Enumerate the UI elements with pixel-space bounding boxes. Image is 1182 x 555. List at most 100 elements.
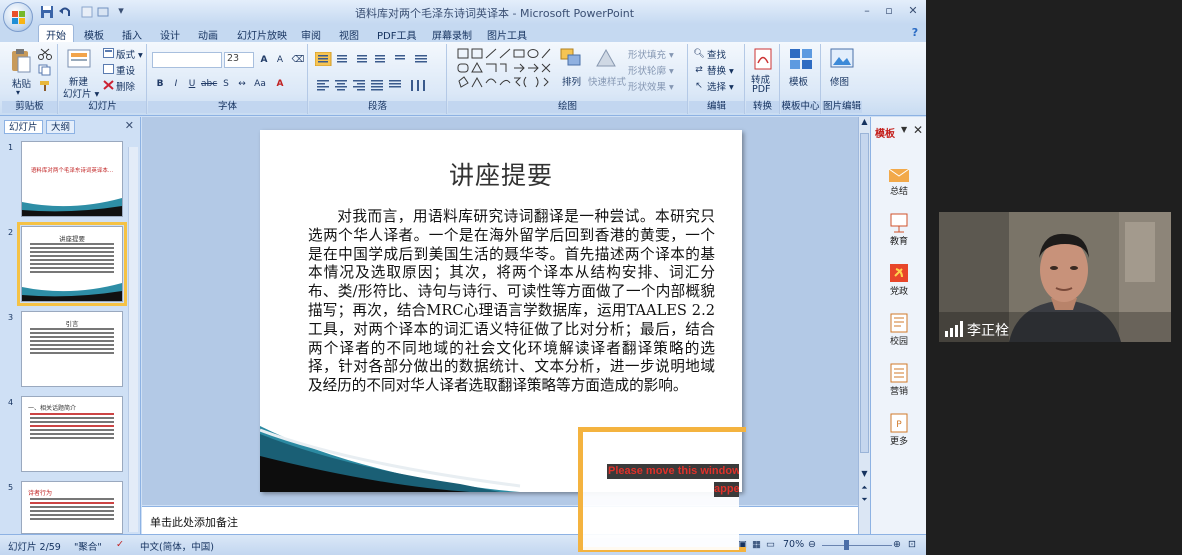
slide-body-text[interactable]: 对我而言，用语料库研究诗词翻译是一种尝试。本研究只选两个华人译者。一个是在海外留… [308, 208, 715, 396]
save-icon[interactable] [40, 5, 54, 19]
view-sorter-icon[interactable]: ▦ [752, 539, 761, 550]
office-button[interactable] [3, 2, 33, 32]
zoom-in-icon[interactable]: ⊕ [893, 539, 901, 550]
next-slide-icon[interactable]: ⏷ [860, 495, 869, 505]
new-slide-label-2[interactable]: 幻灯片 ▾ [63, 86, 99, 100]
shape-outline-button[interactable]: 形状轮廓 ▾ [628, 63, 674, 77]
slide-vertical-scrollbar[interactable]: ▲ ▼ ⏶ ⏷ [858, 117, 870, 534]
cut-icon[interactable] [38, 48, 52, 60]
select-button[interactable]: 选择 ▾ [707, 79, 734, 93]
tab-screen-record[interactable]: 屏幕录制 [425, 26, 479, 42]
fit-to-window-icon[interactable]: ⊡ [908, 539, 916, 550]
task-pane-close-icon[interactable]: ✕ [913, 123, 923, 137]
task-pane-menu-icon[interactable]: ▼ [901, 125, 907, 134]
scroll-thumb[interactable] [860, 133, 869, 453]
shadow-icon[interactable]: S [218, 76, 234, 92]
spellcheck-icon[interactable]: ✓ [116, 539, 124, 550]
notes-pane[interactable]: 单击此处添加备注 [142, 506, 858, 534]
tab-insert[interactable]: 插入 [115, 26, 149, 42]
replace-button[interactable]: 替换 ▾ [707, 63, 734, 77]
char-spacing-icon[interactable]: ↔ [234, 76, 250, 92]
tab-design[interactable]: 设计 [153, 26, 187, 42]
view-slideshow-icon[interactable]: ▭ [766, 539, 775, 550]
tab-pdf-tools[interactable]: PDF工具 [370, 26, 423, 42]
template-category-summary[interactable]: 总结 [871, 163, 926, 197]
slide-title[interactable]: 讲座提要 [260, 156, 742, 192]
quick-styles-icon[interactable] [594, 48, 618, 70]
zoom-slider[interactable] [822, 545, 892, 546]
copy-icon[interactable] [38, 64, 52, 76]
tab-outline[interactable]: 大纲 [46, 120, 76, 134]
tab-picture-tools[interactable]: 图片工具 [480, 26, 534, 42]
paste-icon[interactable] [10, 48, 32, 74]
grow-font-icon[interactable]: A [256, 52, 272, 68]
scroll-down-icon[interactable]: ▼ [860, 469, 869, 478]
clear-format-icon[interactable]: ⌫ [290, 52, 306, 68]
tab-animation[interactable]: 动画 [191, 26, 225, 42]
change-case-icon[interactable]: Aa [252, 76, 268, 92]
delete-button[interactable]: 删除 [116, 79, 135, 93]
pane-close-icon[interactable]: ✕ [125, 119, 134, 132]
shape-effects-button[interactable]: 形状效果 ▾ [628, 79, 674, 93]
slideshow-quick-icon[interactable] [96, 5, 110, 19]
slide-thumbnail-selected[interactable]: 讲座提要 [17, 222, 127, 306]
tab-home[interactable]: 开始 [38, 24, 74, 42]
template-icon[interactable] [789, 48, 813, 70]
format-painter-icon[interactable] [38, 80, 52, 92]
redo-icon[interactable] [80, 5, 94, 19]
layout-icon[interactable] [103, 48, 114, 58]
reset-button[interactable]: 重设 [116, 63, 135, 77]
quick-styles-label[interactable]: 快速样式 [588, 74, 626, 88]
zoom-slider-thumb[interactable] [844, 540, 849, 550]
underline-icon[interactable]: U [184, 76, 200, 92]
bold-icon[interactable]: B [152, 76, 168, 92]
align-buttons-icon[interactable] [315, 78, 435, 92]
arrange-icon[interactable] [560, 48, 584, 70]
zoom-level[interactable]: 70% [783, 539, 804, 550]
slide-thumbnail[interactable]: 语料库对两个毛泽东诗词英译本... [21, 141, 123, 217]
template-category-education[interactable]: 教育 [871, 213, 926, 247]
pdf-icon[interactable] [752, 48, 774, 70]
new-slide-icon[interactable] [67, 48, 93, 72]
retouch-label[interactable]: 修图 [830, 74, 849, 88]
layout-button[interactable]: 版式 ▾ [116, 47, 143, 61]
reset-icon[interactable] [103, 64, 114, 74]
floating-overlay-window[interactable]: Please move this window appear [578, 427, 746, 552]
maximize-button[interactable]: ▫ [880, 4, 898, 17]
strikethrough-icon[interactable]: abc [200, 76, 217, 92]
language[interactable]: 中文(简体，中国) [140, 539, 214, 553]
shrink-font-icon[interactable]: A [272, 52, 288, 68]
italic-icon[interactable]: I [168, 76, 184, 92]
prev-slide-icon[interactable]: ⏶ [860, 483, 869, 493]
replace-icon[interactable]: ⇄ [691, 62, 707, 78]
close-button[interactable]: ✕ [904, 4, 922, 17]
select-icon[interactable]: ↖ [691, 78, 707, 94]
tab-slideshow[interactable]: 幻灯片放映 [230, 26, 294, 42]
scroll-up-icon[interactable]: ▲ [860, 117, 869, 129]
slides-pane-scrollbar[interactable] [128, 147, 138, 532]
minimize-button[interactable]: – [858, 4, 876, 17]
find-icon[interactable]: 🔍︎ [691, 46, 707, 62]
tab-slides[interactable]: 幻灯片 [4, 120, 43, 134]
paste-dropdown-icon[interactable]: ▾ [16, 88, 20, 97]
template-category-party[interactable]: 党政 [871, 263, 926, 297]
slide-thumbnail[interactable]: 引言 [21, 311, 123, 387]
qat-customize-icon[interactable]: ▾ [112, 4, 130, 17]
delete-icon[interactable] [103, 80, 114, 90]
slide-thumbnail[interactable]: 诗者行为 [21, 481, 123, 534]
zoom-out-icon[interactable]: ⊖ [808, 539, 816, 550]
font-name-combo[interactable] [152, 52, 222, 68]
arrange-label[interactable]: 排列 [562, 74, 581, 88]
tab-view[interactable]: 视图 [332, 26, 366, 42]
font-size-combo[interactable]: 23 [224, 52, 254, 68]
template-category-campus[interactable]: 校园 [871, 313, 926, 347]
shape-fill-button[interactable]: 形状填充 ▾ [628, 47, 674, 61]
slide-thumbnail[interactable]: 一、相关话题简介 [21, 396, 123, 472]
undo-icon[interactable] [58, 5, 72, 19]
list-buttons-icon[interactable] [315, 52, 435, 66]
to-pdf-label-2[interactable]: PDF [752, 84, 771, 95]
tab-template[interactable]: 模板 [77, 26, 111, 42]
find-button[interactable]: 查找 [707, 47, 726, 61]
shapes-gallery-icon[interactable] [456, 47, 552, 91]
template-category-marketing[interactable]: 营销 [871, 363, 926, 397]
